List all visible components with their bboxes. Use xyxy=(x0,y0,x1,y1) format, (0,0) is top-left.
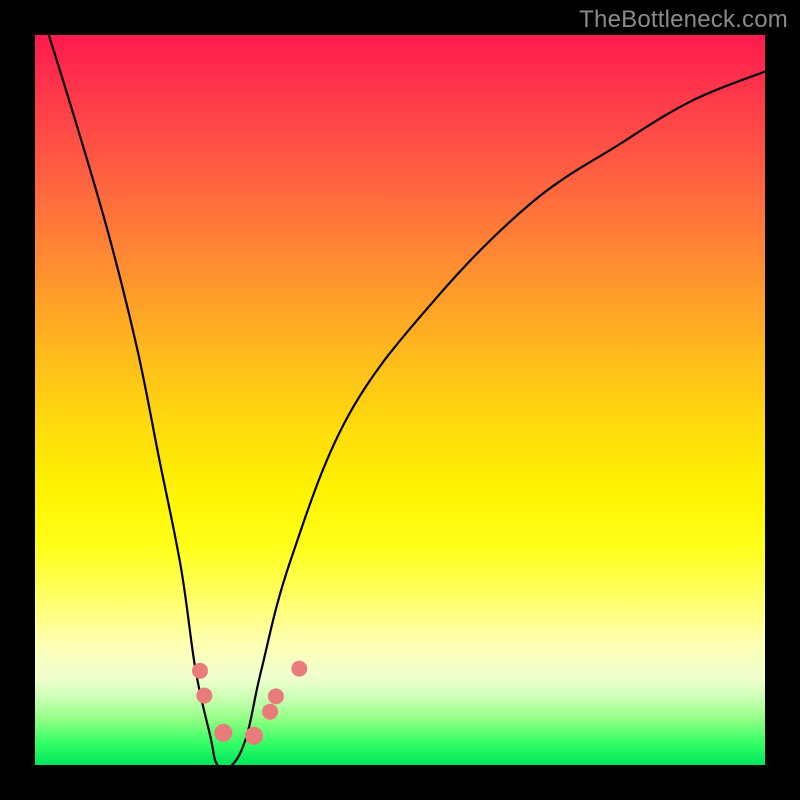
curve-marker xyxy=(214,724,232,742)
bottleneck-curve xyxy=(35,0,765,769)
curve-marker xyxy=(268,688,284,704)
curve-marker xyxy=(196,688,212,704)
watermark-text: TheBottleneck.com xyxy=(579,6,788,34)
curve-marker xyxy=(262,704,278,720)
curve-marker xyxy=(192,663,208,679)
curve-marker xyxy=(245,727,263,745)
curve-layer xyxy=(35,35,765,765)
chart-frame: TheBottleneck.com xyxy=(0,0,800,800)
curve-marker xyxy=(291,661,307,677)
